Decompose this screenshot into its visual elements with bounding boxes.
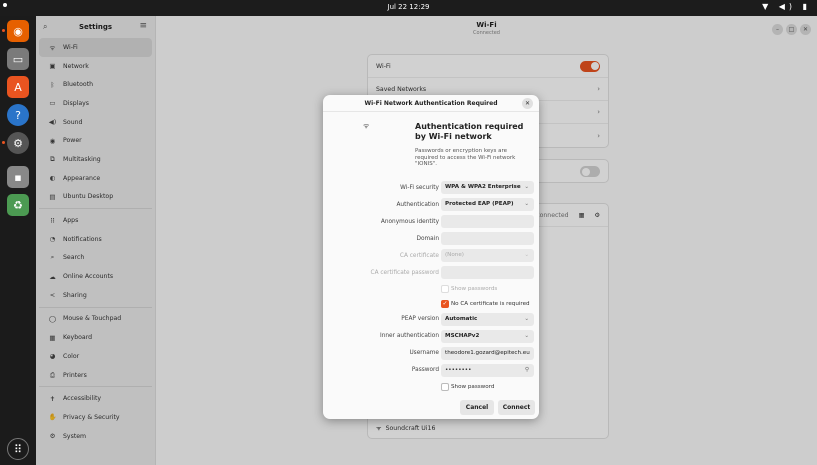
ca-certificate-password-input[interactable] [441, 266, 534, 279]
domain-input[interactable] [441, 232, 534, 245]
anonymous-identity-input[interactable] [441, 215, 534, 228]
inner-authentication-label: Inner authentication [380, 333, 439, 339]
show-password-label: Show password [451, 384, 495, 390]
chevron-down-icon: ⌄ [524, 333, 529, 339]
dialog-title: Authentication required by Wi-Fi network [415, 122, 524, 141]
password-options-icon[interactable]: ⚲ [525, 364, 529, 377]
show-passwords-label: Show passwords [451, 286, 498, 292]
anonymous-identity-label: Anonymous identity [380, 219, 439, 225]
dialog-header-title: Wi-Fi Network Authentication Required [364, 100, 498, 107]
no-ca-certificate-label: No CA certificate is required [451, 301, 530, 307]
chevron-down-icon: ⌄ [524, 252, 529, 258]
cancel-button[interactable]: Cancel [460, 400, 494, 415]
dialog-header: Wi-Fi Network Authentication Required ✕ [323, 95, 539, 112]
checkmark-icon: ✓ [441, 300, 449, 308]
peap-version-select[interactable]: Automatic ⌄ [441, 313, 534, 326]
password-input[interactable]: •••••••• ⚲ [441, 364, 534, 377]
settings-icon[interactable]: ⚙ [2, 132, 29, 154]
show-apps-icon[interactable]: ⠿ [7, 438, 29, 460]
peap-version-label: PEAP version [401, 316, 439, 322]
show-password-checkbox[interactable]: Show password [441, 382, 494, 392]
files-icon[interactable]: ▭ [7, 48, 29, 70]
dialog-description: Passwords or encryption keys are require… [415, 148, 516, 168]
wifi-security-label: Wi-Fi security [400, 185, 439, 191]
checkbox-icon [441, 285, 449, 293]
chevron-down-icon: ⌄ [524, 201, 529, 207]
firefox-icon[interactable]: ◉ [2, 20, 29, 42]
wifi-icon: ᯤ [363, 122, 370, 130]
authentication-select[interactable]: Protected EAP (PEAP) ⌄ [441, 198, 534, 211]
domain-label: Domain [416, 236, 440, 242]
username-label: Username [409, 350, 439, 356]
clock[interactable]: Jul 22 12:29 [0, 3, 817, 11]
authentication-label: Authentication [396, 202, 439, 208]
show-passwords-checkbox[interactable]: Show passwords [441, 284, 497, 294]
dock: ◉ ▭ A ? ⚙ ▪ ♻ ⠿ [0, 16, 36, 465]
ca-certificate-label: CA certificate [399, 253, 439, 259]
username-input[interactable]: theodore1.gozard@epitech.eu [441, 347, 534, 360]
checkbox-icon [441, 383, 449, 391]
ca-certificate-select[interactable]: (None) ⌄ [441, 249, 534, 262]
system-tray[interactable]: ▼ ◀) ▮ [762, 2, 811, 11]
app-center-icon[interactable]: A [7, 76, 29, 98]
inner-authentication-select[interactable]: MSCHAPv2 ⌄ [441, 330, 534, 343]
password-label: Password [411, 367, 439, 373]
close-icon[interactable]: ✕ [522, 98, 533, 109]
wifi-security-select[interactable]: WPA & WPA2 Enterprise ⌄ [441, 181, 534, 194]
connect-button[interactable]: Connect [498, 400, 535, 415]
ca-certificate-password-label: CA certificate password [370, 270, 439, 276]
help-icon[interactable]: ? [7, 104, 29, 126]
terminal-icon[interactable]: ▪ [7, 166, 29, 188]
trash-icon[interactable]: ♻ [7, 194, 29, 216]
chevron-down-icon: ⌄ [524, 316, 529, 322]
chevron-down-icon: ⌄ [524, 184, 529, 190]
top-bar: Jul 22 12:29 ▼ ◀) ▮ [0, 0, 817, 16]
no-ca-certificate-checkbox[interactable]: ✓ No CA certificate is required [441, 299, 530, 309]
auth-dialog: Wi-Fi Network Authentication Required ✕ … [323, 95, 539, 419]
